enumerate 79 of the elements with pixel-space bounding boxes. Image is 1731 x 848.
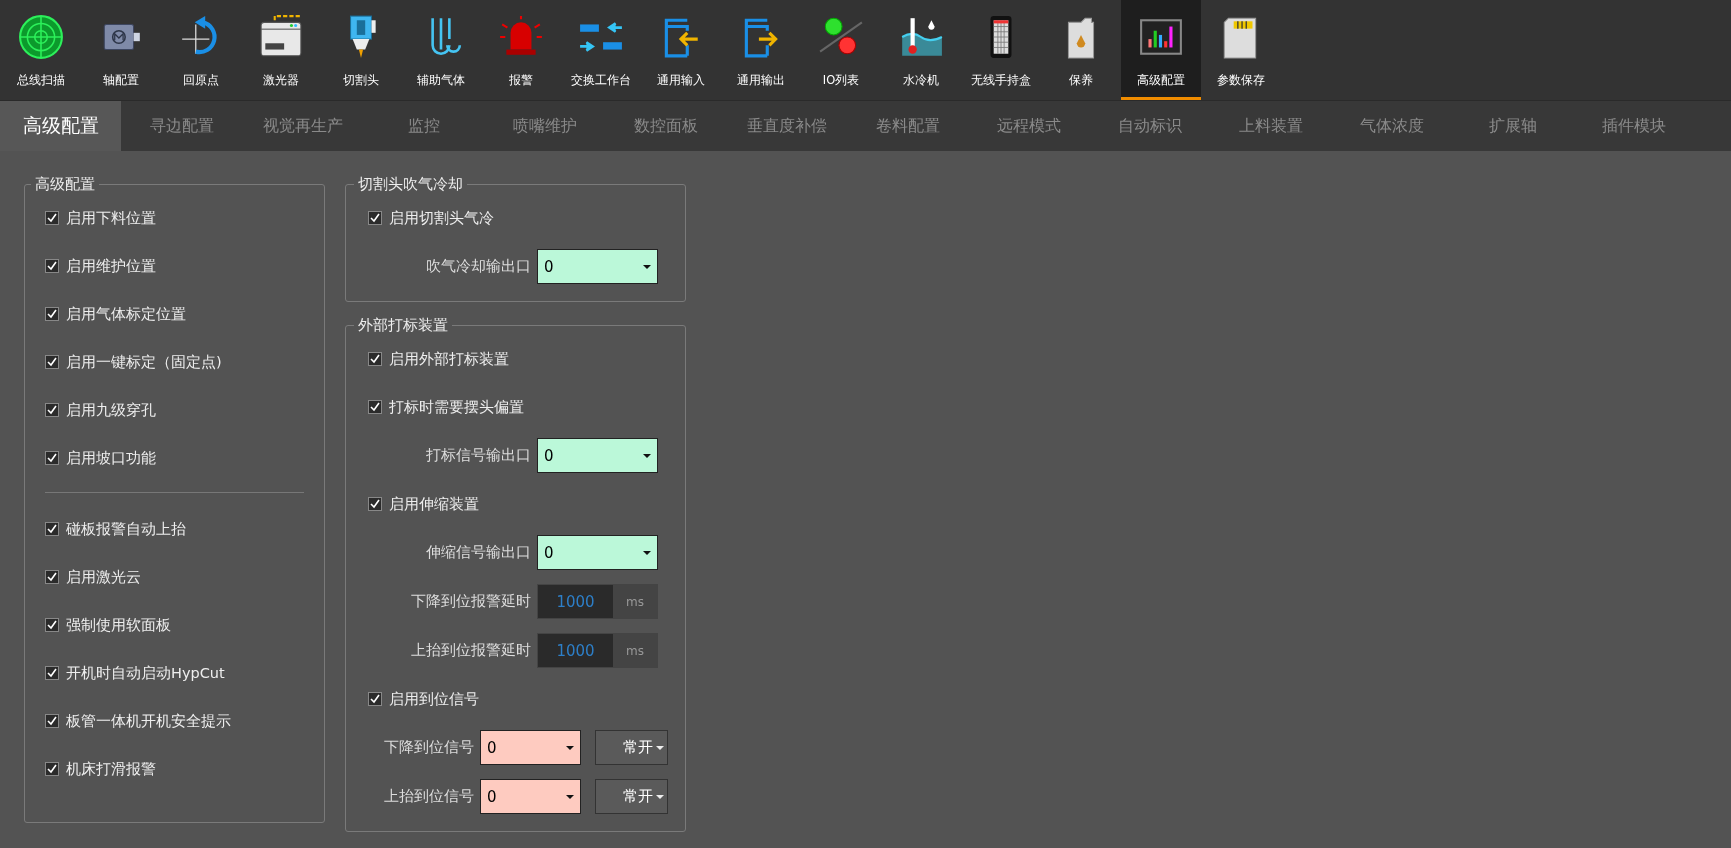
field-label: 下降到位信号 bbox=[383, 738, 474, 757]
checkbox-label: 启用切割头气冷 bbox=[389, 208, 494, 228]
caret-icon bbox=[656, 794, 664, 799]
dropdown[interactable]: 0 bbox=[480, 730, 581, 765]
toolbar-button[interactable]: 切割头 bbox=[321, 0, 401, 100]
toolbar-button[interactable]: 通用输入 bbox=[641, 0, 721, 100]
tab[interactable]: 上料装置 bbox=[1210, 101, 1331, 151]
checkbox-label: 强制使用软面板 bbox=[66, 615, 171, 635]
field-label: 上抬到位信号 bbox=[383, 787, 474, 806]
toolbar-button[interactable]: 回原点 bbox=[161, 0, 241, 100]
toolbar-button[interactable]: 报警 bbox=[481, 0, 561, 100]
caret-icon bbox=[566, 794, 574, 799]
checkbox-label: 启用下料位置 bbox=[66, 208, 156, 228]
checkbox[interactable] bbox=[45, 666, 59, 680]
checkbox-label: 板管一体机开机安全提示 bbox=[66, 711, 231, 731]
checkbox-label: 机床打滑报警 bbox=[66, 759, 156, 779]
dropdown[interactable]: 0 bbox=[537, 535, 658, 570]
toolbar-button[interactable]: 总线扫描 bbox=[1, 0, 81, 100]
field-label: 吹气冷却输出口 bbox=[425, 257, 531, 276]
radar-icon bbox=[18, 14, 64, 60]
checkbox-label: 启用坡口功能 bbox=[66, 448, 156, 468]
caret-icon bbox=[656, 745, 664, 750]
field-label: 上抬到位报警延时 bbox=[410, 641, 531, 660]
field-label: 打标信号输出口 bbox=[425, 446, 531, 465]
checkbox[interactable] bbox=[368, 211, 382, 225]
checkbox-label: 启用激光云 bbox=[66, 567, 141, 587]
toolbar-button[interactable]: 激光器 bbox=[241, 0, 321, 100]
toolbar-button[interactable]: 轴配置 bbox=[81, 0, 161, 100]
checkbox[interactable] bbox=[45, 355, 59, 369]
toolbar-button[interactable]: 无线手持盒 bbox=[961, 0, 1041, 100]
caret-icon bbox=[643, 264, 651, 269]
checkbox[interactable] bbox=[45, 259, 59, 273]
group-title: 高级配置 bbox=[34, 175, 96, 194]
dropdown[interactable]: 0 bbox=[480, 779, 581, 814]
checkbox-label: 启用伸缩装置 bbox=[389, 494, 479, 514]
checkbox[interactable] bbox=[45, 451, 59, 465]
checkbox-label: 启用维护位置 bbox=[66, 256, 156, 276]
checkbox[interactable] bbox=[45, 403, 59, 417]
checkbox[interactable] bbox=[45, 762, 59, 776]
checkbox[interactable] bbox=[45, 618, 59, 632]
toolbar-button[interactable]: 水冷机 bbox=[881, 0, 961, 100]
toolbar-button[interactable]: 参数保存 bbox=[1201, 0, 1281, 100]
unit-label: ms bbox=[613, 585, 657, 618]
caret-icon bbox=[643, 453, 651, 458]
checkbox[interactable] bbox=[45, 307, 59, 321]
toolbar-button[interactable]: 通用输出 bbox=[721, 0, 801, 100]
checkbox-label: 启用外部打标装置 bbox=[389, 349, 509, 369]
unit-label: ms bbox=[613, 634, 657, 667]
group-title: 切割头吹气冷却 bbox=[357, 175, 464, 194]
checkbox[interactable] bbox=[45, 714, 59, 728]
dropdown[interactable]: 0 bbox=[537, 438, 658, 473]
checkbox-label: 启用到位信号 bbox=[389, 689, 479, 709]
checkbox[interactable] bbox=[45, 522, 59, 536]
checkbox-label: 碰板报警自动上抬 bbox=[66, 519, 186, 539]
checkbox-label: 开机时自动启动HypCut bbox=[66, 663, 225, 683]
field-label: 下降到位报警延时 bbox=[410, 592, 531, 611]
toolbar-button[interactable]: 保养 bbox=[1041, 0, 1121, 100]
dropdown[interactable]: 常开 bbox=[595, 730, 668, 765]
toolbar-button[interactable]: 交换工作台 bbox=[561, 0, 641, 100]
toolbar-button[interactable]: 辅助气体 bbox=[401, 0, 481, 100]
checkbox[interactable] bbox=[368, 497, 382, 511]
tab[interactable]: 高级配置 bbox=[0, 101, 121, 151]
checkbox-label: 打标时需要摆头偏置 bbox=[389, 397, 524, 417]
checkbox[interactable] bbox=[368, 400, 382, 414]
field-label: 伸缩信号输出口 bbox=[425, 543, 531, 562]
dropdown[interactable]: 常开 bbox=[595, 779, 668, 814]
toolbar-button[interactable]: 高级配置 bbox=[1121, 0, 1201, 100]
caret-icon bbox=[643, 550, 651, 555]
checkbox[interactable] bbox=[368, 692, 382, 706]
checkbox-label: 启用一键标定（固定点) bbox=[66, 352, 222, 372]
caret-icon bbox=[566, 745, 574, 750]
checkbox-label: 启用九级穿孔 bbox=[66, 400, 156, 420]
toolbar-button[interactable]: IO列表 bbox=[801, 0, 881, 100]
checkbox-label: 启用气体标定位置 bbox=[66, 304, 186, 324]
dropdown[interactable]: 0 bbox=[537, 249, 658, 284]
checkbox[interactable] bbox=[45, 570, 59, 584]
checkbox[interactable] bbox=[368, 352, 382, 366]
group-title: 外部打标装置 bbox=[357, 316, 449, 335]
checkbox[interactable] bbox=[45, 211, 59, 225]
